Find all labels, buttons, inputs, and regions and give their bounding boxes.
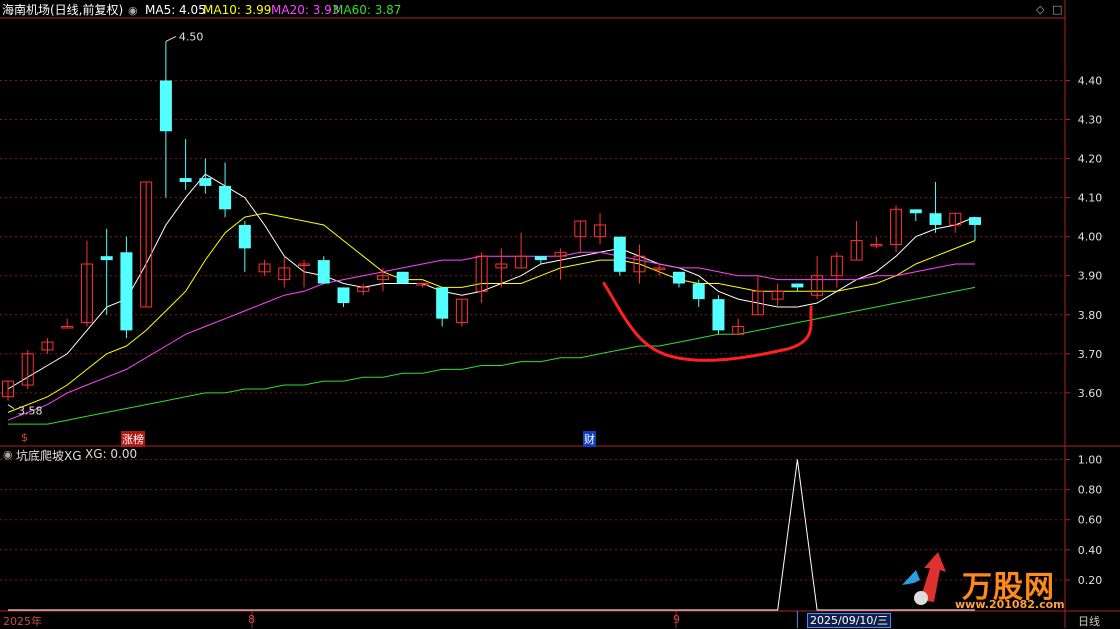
period-label-year: 2025年 <box>3 615 42 628</box>
candle-body-down <box>692 283 705 300</box>
candle-body-down <box>672 271 685 284</box>
candle-body-down <box>238 224 251 249</box>
price-tick-label: 4.30 <box>1078 114 1103 127</box>
indicator-tick-label: 0.60 <box>1078 514 1103 527</box>
indicator-menu-icon[interactable]: ◉ <box>3 448 13 461</box>
candle-body-down <box>969 217 981 225</box>
candle-body-down <box>712 299 725 331</box>
ma10-label: MA10: 3.99 <box>203 3 272 17</box>
price-tick-label: 3.60 <box>1078 387 1103 400</box>
maximize-icon[interactable]: □ <box>1052 3 1062 16</box>
logo-bull-icon <box>914 591 928 605</box>
price-tick-label: 3.80 <box>1078 309 1103 322</box>
ma-line-ma20 <box>7 251 975 421</box>
period-label-aug: 8 <box>248 613 255 626</box>
candle-body-down <box>909 209 922 214</box>
price-tick-label: 3.90 <box>1078 270 1103 283</box>
logo-arrow-blue <box>902 570 920 585</box>
brand-url: www.201082.com <box>955 598 1065 611</box>
price-tick-label: 4.40 <box>1078 74 1103 87</box>
high-marker-arrow <box>165 35 177 42</box>
ma-line-ma5 <box>7 173 976 390</box>
low-marker-arrow <box>7 404 15 410</box>
candle-body-down <box>337 287 350 304</box>
price-tick-label: 3.70 <box>1078 348 1103 361</box>
candle-body-down <box>534 256 547 261</box>
price-tick-label: 4.00 <box>1078 231 1103 244</box>
event-marker-dollar[interactable]: $ <box>21 431 28 444</box>
stock-chart-canvas[interactable]: 4.40 4.30 4.20 4.10 4.00 3.90 3.80 3.70 3.60 1.00… <box>0 0 1120 628</box>
ma-line-ma60 <box>8 286 976 425</box>
event-marker-limit-up[interactable]: 涨榜 <box>121 431 145 447</box>
candle-body-down <box>179 178 192 182</box>
price-tick-label: 4.10 <box>1078 192 1103 205</box>
candle-body-down <box>396 271 409 284</box>
indicator-tick-label: 0.40 <box>1078 544 1103 557</box>
indicator-tick-label: 0.20 <box>1078 574 1103 587</box>
event-marker-finance[interactable]: 财 <box>583 431 596 447</box>
ma-line-ma10 <box>7 212 976 413</box>
diamond-icon[interactable]: ◇ <box>1036 3 1044 16</box>
candle-body-down <box>159 80 172 132</box>
ma60-label: MA60: 3.87 <box>333 3 402 17</box>
candle-body-down <box>613 236 626 272</box>
price-tick-label: 4.20 <box>1078 153 1103 166</box>
candle-body-down <box>120 252 133 331</box>
selected-date: 2025/09/10/三 <box>807 613 892 628</box>
chevron-down-icon[interactable]: ◉ <box>128 4 138 17</box>
indicator-tick-label: 0.80 <box>1078 484 1103 497</box>
ma20-label: MA20: 3.93 <box>271 3 340 17</box>
period-label-sep: 9 <box>673 613 680 626</box>
hand-drawn-u-curve <box>602 282 813 362</box>
ma5-label: MA5: 4.05 <box>145 3 206 17</box>
indicator-title: 坑底爬坡XG <box>16 449 82 463</box>
candle-body-down <box>100 256 113 261</box>
candle-body-up <box>61 325 74 329</box>
candle-body-down <box>219 185 232 210</box>
timeframe-label[interactable]: 日线 <box>1078 613 1100 629</box>
candle-body-down <box>317 260 330 284</box>
candle-body-down <box>791 283 804 288</box>
indicator-line-xg <box>8 459 975 611</box>
high-annotation: 4.50 <box>179 30 204 43</box>
low-annotation: 3.58 <box>18 405 43 418</box>
candle-body-down <box>929 213 942 225</box>
stock-title: 海南机场(日线,前复权) <box>2 3 124 17</box>
indicator-tick-label: 1.00 <box>1078 454 1103 467</box>
candle-body-down <box>199 178 212 186</box>
indicator-value: XG: 0.00 <box>85 447 138 461</box>
candle-body-down <box>436 287 449 319</box>
